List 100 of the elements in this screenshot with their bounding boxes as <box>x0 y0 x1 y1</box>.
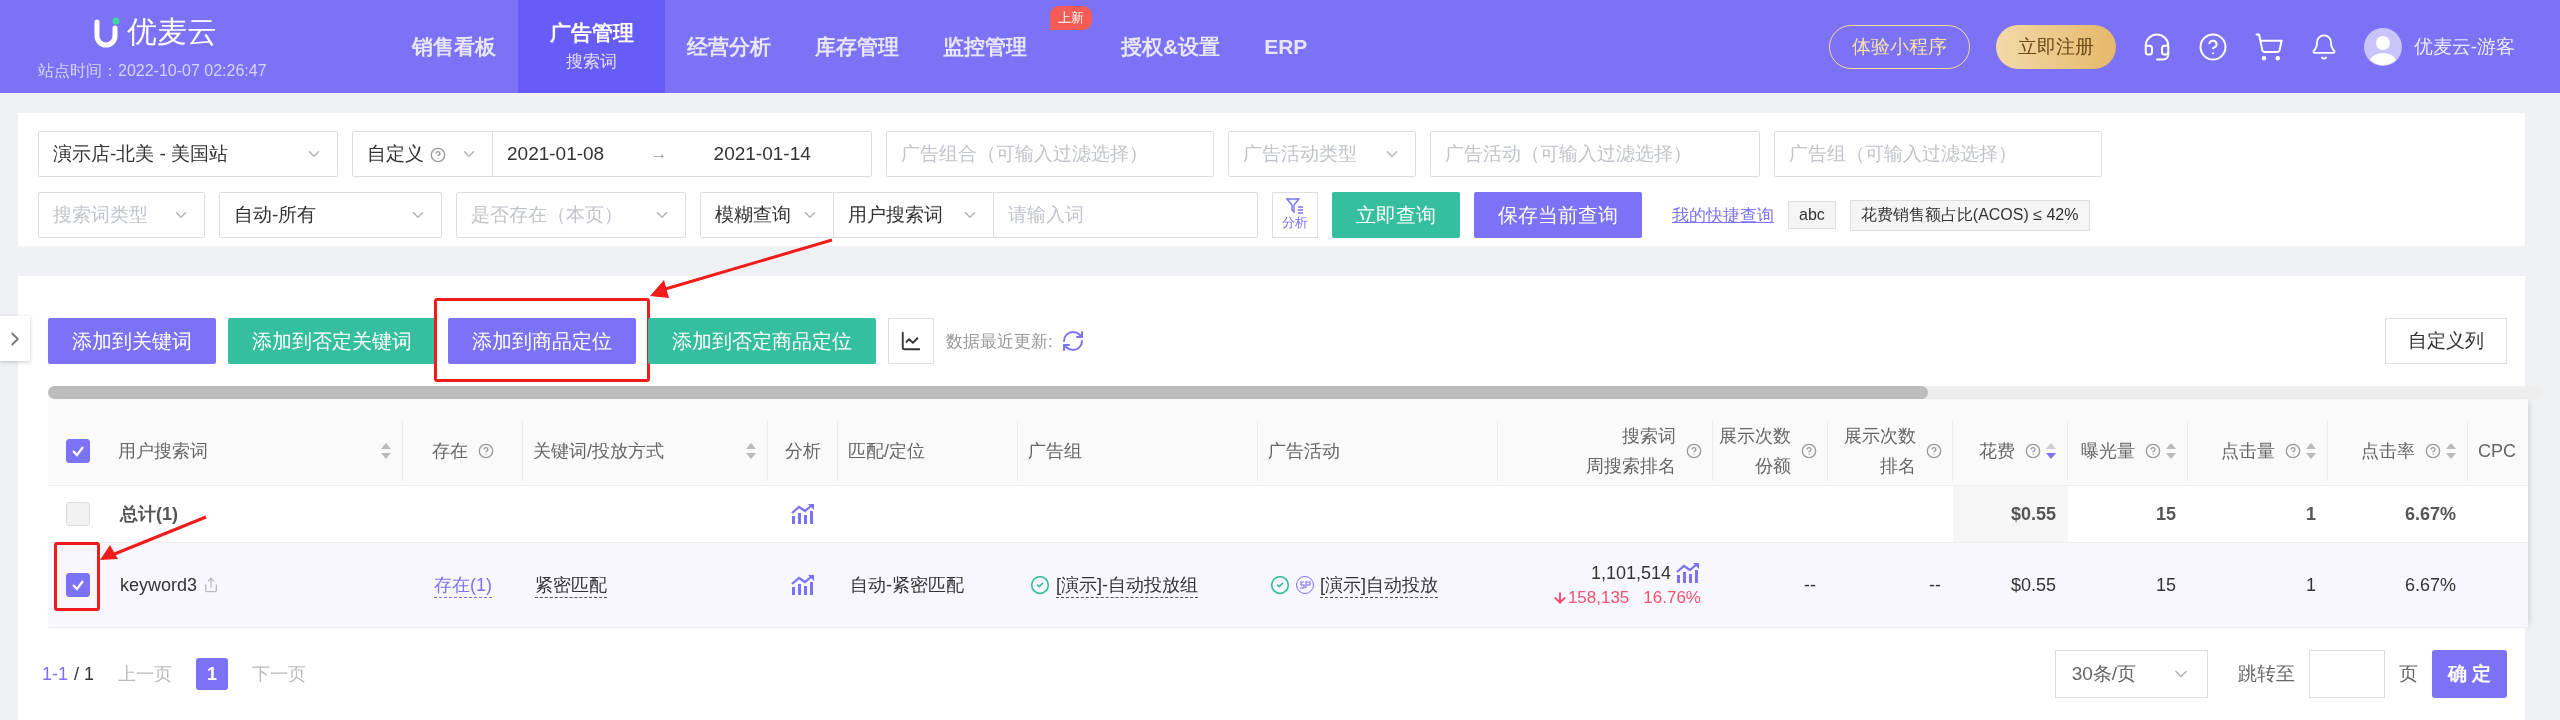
scroll-track[interactable] <box>48 386 2543 399</box>
share-value: -- <box>1804 574 1816 596</box>
analyze-filter-button[interactable]: 分析 <box>1272 192 1318 238</box>
column-header: 展示次数 排名 <box>1844 425 1916 478</box>
sort-icon[interactable] <box>2445 442 2457 460</box>
register-button[interactable]: 立即注册 <box>1995 24 2116 69</box>
site-time: 站点时间：2022-10-07 02:26:47 <box>38 60 268 81</box>
logo-icon <box>93 16 121 48</box>
help-icon[interactable] <box>1686 443 1702 459</box>
sort-icon[interactable] <box>380 442 392 460</box>
nav-tab[interactable]: 监控管理 <box>921 0 1049 93</box>
ctr-value: 6.67% <box>2404 503 2456 525</box>
scroll-thumb[interactable] <box>48 386 1928 399</box>
column-header: 用户搜索词 <box>118 440 208 463</box>
sort-icon[interactable] <box>2165 442 2177 460</box>
column-header: 点击率 <box>2361 440 2415 463</box>
nav-tab[interactable]: 广告管理 搜索词 <box>518 0 665 93</box>
column-header: 匹配/定位 <box>848 440 925 463</box>
nav-tab[interactable]: 销售看板 <box>390 0 518 93</box>
impressions-value: 15 <box>2155 574 2176 596</box>
query-tag[interactable]: abc <box>1788 201 1836 229</box>
nav-tab[interactable]: 经营分析 <box>665 0 793 93</box>
column-header: 关键词/投放方式 <box>533 440 664 463</box>
sort-icon[interactable] <box>2045 442 2057 460</box>
column-header: 存在 <box>431 440 468 463</box>
sort-icon[interactable] <box>745 442 757 460</box>
nav-tab[interactable]: ERP <box>1242 0 1330 93</box>
column-header: 点击量 <box>2221 440 2275 463</box>
match-type[interactable]: 紧密匹配 <box>535 572 607 598</box>
new-badge: 上新 <box>1050 6 1092 30</box>
rank-value: -- <box>1929 574 1941 596</box>
query-tag[interactable]: 花费销售额占比(ACOS) ≤ 42% <box>1849 199 2090 231</box>
column-header: 曝光量 <box>2081 440 2135 463</box>
page-size-select[interactable]: 30条/页 <box>2054 650 2208 698</box>
custom-columns-button[interactable]: 自定义列 <box>2385 318 2507 364</box>
select-field[interactable]: 演示店-北美 - 美国站 <box>38 131 338 177</box>
help-icon[interactable] <box>2425 443 2441 459</box>
select-field[interactable]: 自动-所有 <box>219 192 442 238</box>
add-button[interactable]: 添加到商品定位 <box>448 318 636 364</box>
row-checkbox[interactable] <box>66 573 90 597</box>
help-icon[interactable] <box>2197 31 2228 62</box>
share-icon[interactable] <box>203 577 220 593</box>
trend-chart-icon[interactable] <box>790 503 816 525</box>
update-label: 数据最近更新: <box>946 330 1053 353</box>
check-circle-icon <box>1270 575 1290 595</box>
help-icon[interactable] <box>2285 443 2301 459</box>
query-field[interactable]: 模糊查询 用户搜索词 请输入词 <box>700 192 1258 238</box>
ctr-value: 6.67% <box>2404 574 2456 596</box>
user-name[interactable]: 优麦云-游客 <box>2413 33 2515 60</box>
date-range-field[interactable]: 自定义 2021-01-08 → 2021-01-14 <box>352 131 872 177</box>
page-range: 1-1 <box>42 663 68 685</box>
page-unit: 页 <box>2398 662 2418 686</box>
save-query-button[interactable]: 保存当前查询 <box>1474 192 1642 238</box>
nav-tab[interactable]: 库存管理 <box>793 0 921 93</box>
campaign-link[interactable]: [演示]自动投放 <box>1320 572 1438 598</box>
help-icon[interactable] <box>1801 443 1817 459</box>
cart-icon[interactable] <box>2253 31 2284 62</box>
column-header: 广告组 <box>1028 440 1082 463</box>
nav-tab[interactable]: 授权&设置 <box>1099 0 1243 93</box>
search-term: keyword3 <box>120 574 198 596</box>
rank-change-percent: 16.76% <box>1643 588 1701 608</box>
spend-value: $0.55 <box>2010 503 2056 525</box>
select-all-checkbox[interactable] <box>66 439 90 463</box>
jump-label: 跳转至 <box>2237 662 2295 686</box>
help-icon[interactable] <box>477 443 494 459</box>
clicks-value: 1 <box>2306 503 2316 525</box>
ad-group-link[interactable]: [演示]-自动投放组 <box>1056 572 1198 598</box>
exists-link[interactable]: 存在(1) <box>434 572 492 598</box>
column-header: 分析 <box>784 440 821 463</box>
trend-chart-icon[interactable] <box>790 574 816 596</box>
line-chart-button[interactable] <box>888 318 934 364</box>
clicks-value: 1 <box>2306 574 2316 596</box>
impressions-value: 15 <box>2155 503 2176 525</box>
avatar-icon[interactable] <box>2363 27 2402 66</box>
line-chart-icon <box>900 330 922 352</box>
add-button[interactable]: 添加到否定关键词 <box>228 318 436 364</box>
help-icon[interactable] <box>1926 443 1942 459</box>
page-number[interactable]: 1 <box>196 658 229 690</box>
expand-button[interactable] <box>0 316 30 361</box>
logo-text: 优麦云 <box>127 13 217 50</box>
help-icon[interactable] <box>2025 443 2041 459</box>
help-icon[interactable] <box>2145 443 2161 459</box>
search-rank: 1,101,514 <box>1590 562 1671 584</box>
column-header: CPC <box>2478 440 2516 463</box>
quick-query-link[interactable]: 我的快捷查询 <box>1672 203 1774 227</box>
search-button[interactable]: 立即查询 <box>1332 192 1460 238</box>
total-label: 总计(1) <box>120 503 178 526</box>
rank-change: 158,135 <box>1567 588 1630 608</box>
confirm-button[interactable]: 确 定 <box>2431 650 2507 698</box>
page-total: / 1 <box>74 663 95 685</box>
refresh-icon[interactable] <box>1060 329 1085 353</box>
add-button[interactable]: 添加到关键词 <box>48 318 216 364</box>
trend-chart-icon[interactable] <box>1675 562 1701 584</box>
add-button[interactable]: 添加到否定商品定位 <box>648 318 876 364</box>
targeting-text: 自动-紧密匹配 <box>850 574 964 597</box>
filter-icon <box>1286 198 1304 214</box>
help-icon[interactable] <box>430 147 446 163</box>
column-header: 花费 <box>1979 440 2015 463</box>
page-input[interactable] <box>2308 650 2385 698</box>
sort-icon[interactable] <box>2305 442 2317 460</box>
